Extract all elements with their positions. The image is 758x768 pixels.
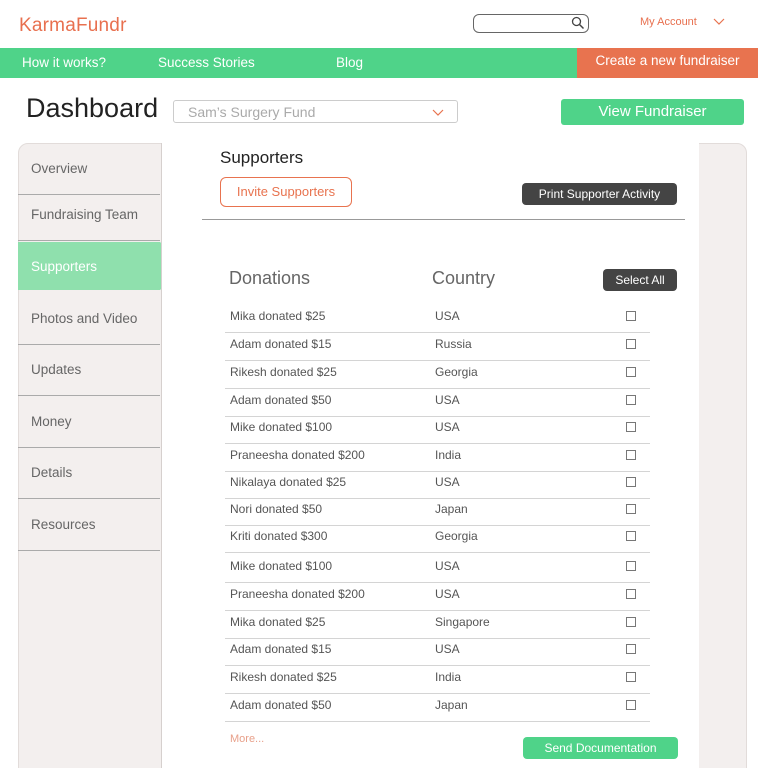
table-row: Mika donated $25 Singapore [225,611,650,639]
donation-text: Mike donated $100 [230,559,333,573]
chevron-down-icon [432,109,444,116]
donation-text: Nikalaya donated $25 [230,475,347,489]
country-text: USA [435,559,460,573]
donation-text: Rikesh donated $25 [230,365,337,379]
country-text: USA [435,393,460,407]
donation-text: Adam donated $50 [230,393,332,407]
row-checkbox[interactable] [626,367,636,377]
row-checkbox[interactable] [626,395,636,405]
page-title: Dashboard [26,93,159,123]
logo[interactable]: KarmaFundr [19,15,127,37]
country-text: USA [435,309,460,323]
donations-header: Donations [229,268,311,288]
row-checkbox[interactable] [626,450,636,460]
more-link[interactable]: More... [230,733,264,745]
row-checkbox[interactable] [626,477,636,487]
sidebar-item-supporters[interactable]: Supporters [18,242,160,290]
row-checkbox[interactable] [626,700,636,710]
sidebar-item-resources[interactable]: Resources [18,499,160,551]
country-text: Georgia [435,365,478,379]
donation-text: Praneesha donated $200 [230,587,365,601]
donation-text: Nori donated $50 [230,502,323,516]
donation-text: Rikesh donated $25 [230,670,337,684]
row-checkbox[interactable] [626,672,636,682]
nav-success-stories[interactable]: Success Stories [158,55,255,70]
table-row: Rikesh donated $25 India [225,666,650,694]
sidebar-item-money[interactable]: Money [18,396,160,448]
nav-how-it-works[interactable]: How it works? [22,55,106,70]
country-text: Japan [435,698,468,712]
row-checkbox[interactable] [626,339,636,349]
sidebar-item-fundraising-team[interactable]: Fundraising Team [18,189,160,241]
donation-text: Mika donated $25 [230,615,326,629]
table-row: Rikesh donated $25 Georgia [225,361,650,389]
my-account-link[interactable]: My Account [640,16,697,28]
search-input[interactable] [473,14,589,33]
table-row: Adam donated $15 Russia [225,333,650,361]
row-checkbox[interactable] [626,617,636,627]
country-text: USA [435,420,460,434]
table-row: Mike donated $100 USA [225,555,650,583]
country-text: Georgia [435,529,478,543]
table-row: Adam donated $50 USA [225,389,650,417]
country-text: Russia [435,337,472,351]
invite-supporters-button[interactable]: Invite Supporters [220,177,352,207]
top-bar: KarmaFundr My Account [0,0,758,48]
sidebar-item-photos-video[interactable]: Photos and Video [18,293,160,345]
table-row: Mika donated $25 USA [225,305,650,333]
row-checkbox[interactable] [626,561,636,571]
fundraiser-select[interactable]: Sam’s Surgery Fund [173,100,458,123]
country-text: USA [435,642,460,656]
donation-text: Adam donated $15 [230,642,332,656]
donation-text: Kriti donated $300 [230,529,328,543]
table-row: Nikalaya donated $25 USA [225,471,650,499]
country-text: Singapore [435,615,490,629]
nav-blog[interactable]: Blog [336,55,363,70]
sidebar-item-overview[interactable]: Overview [18,143,160,195]
nav-bar: How it works? Success Stories Blog Creat… [0,48,758,78]
table-row: Mike donated $100 USA [225,416,650,444]
table-row: Nori donated $50 Japan [225,498,650,526]
send-documentation-button[interactable]: Send Documentation [523,737,678,759]
country-text: Japan [435,502,468,516]
country-text: USA [435,587,460,601]
table-row: Adam donated $50 Japan [225,694,650,722]
table-row: Praneesha donated $200 USA [225,583,650,611]
donation-text: Adam donated $50 [230,698,332,712]
view-fundraiser-button[interactable]: View Fundraiser [561,99,744,125]
chevron-down-icon[interactable] [713,17,725,27]
table-row: Adam donated $15 USA [225,638,650,666]
country-text: India [435,670,462,684]
donation-text: Mika donated $25 [230,309,326,323]
donation-text: Adam donated $15 [230,337,332,351]
sidebar-item-details[interactable]: Details [18,447,160,499]
row-checkbox[interactable] [626,589,636,599]
country-text: India [435,448,462,462]
country-header: Country [432,268,496,288]
donation-text: Praneesha donated $200 [230,448,365,462]
fundraiser-select-value: Sam’s Surgery Fund [188,104,316,120]
section-title: Supporters [220,148,304,167]
donation-text: Mike donated $100 [230,420,333,434]
table-row: Kriti donated $300 Georgia [225,525,650,553]
row-checkbox[interactable] [626,644,636,654]
divider [202,219,685,220]
table-row: Praneesha donated $200 India [225,444,650,472]
print-activity-button[interactable]: Print Supporter Activity [522,183,677,205]
select-all-button[interactable]: Select All [603,269,677,291]
row-checkbox[interactable] [626,311,636,321]
row-checkbox[interactable] [626,531,636,541]
sidebar-item-updates[interactable]: Updates [18,344,160,396]
create-fundraiser-button[interactable]: Create a new fundraiser [577,48,758,78]
search-icon[interactable] [571,16,585,30]
row-checkbox[interactable] [626,504,636,514]
country-text: USA [435,475,460,489]
row-checkbox[interactable] [626,422,636,432]
